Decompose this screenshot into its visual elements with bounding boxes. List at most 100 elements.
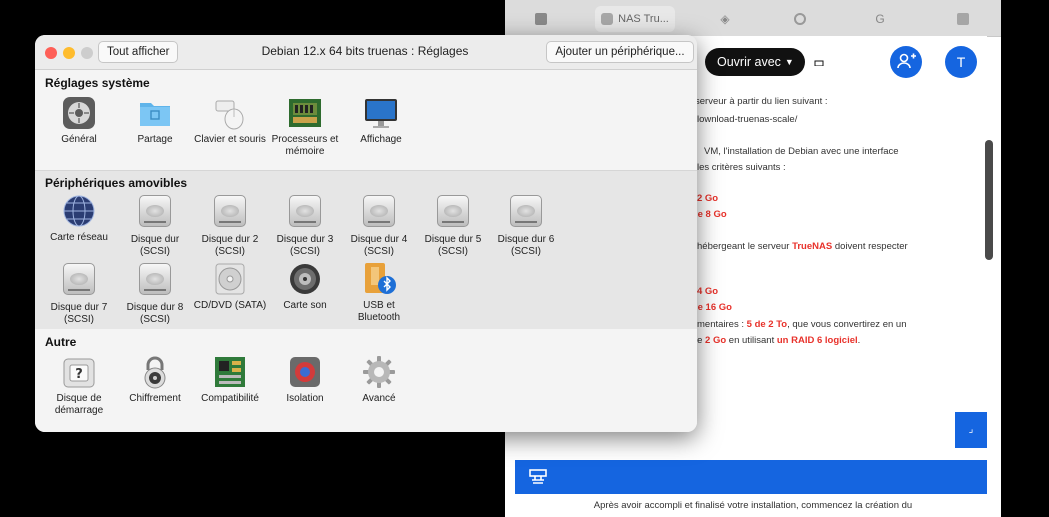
advanced-gear-icon	[361, 354, 397, 390]
speaker-icon	[287, 261, 323, 297]
settings-item-label: Affichage	[360, 134, 402, 145]
doc-line-red: le 16 Go	[695, 302, 732, 313]
device-icon-wrap	[361, 195, 397, 231]
doc-line: hébergeant le serveur TrueNAS doivent re…	[697, 241, 908, 252]
add-device-button[interactable]: Ajouter un périphérique...	[546, 41, 694, 63]
settings-item-general[interactable]: Général	[41, 95, 117, 146]
other-item-isolation[interactable]: Isolation	[267, 354, 343, 405]
t-icon	[957, 13, 969, 25]
browser-tab-4[interactable]	[785, 6, 815, 32]
device-label: Disque dur (SCSI)	[130, 234, 180, 257]
chevron-down-icon: ▼	[784, 57, 794, 67]
diamond-icon: ◈	[720, 12, 730, 26]
device-hard-disk-8[interactable]: Disque dur 8 (SCSI)	[117, 261, 193, 326]
browser-tab-nas-truenas[interactable]: NAS Tru...	[595, 6, 675, 32]
settings-item-label: Partage	[137, 134, 173, 145]
device-network-card[interactable]: Carte réseau	[41, 193, 117, 244]
settings-item-label: Clavier et souris	[194, 134, 266, 145]
settings-item-keyboard-mouse[interactable]: Clavier et souris	[192, 95, 268, 146]
other-item-label: Chiffrement	[129, 393, 181, 404]
section-title: Périphériques amovibles	[45, 176, 188, 190]
removable-devices-section: Périphériques amovibles Carte réseau Dis…	[35, 170, 697, 330]
device-hard-disk-3[interactable]: Disque dur 3 (SCSI)	[267, 193, 343, 258]
doc-line-red: le 8 Go	[695, 209, 727, 220]
window-title: Debian 12.x 64 bits truenas : Réglages	[261, 44, 469, 58]
motherboard-icon	[212, 354, 248, 390]
doc-icon	[535, 13, 547, 25]
device-label: Disque dur 3 (SCSI)	[276, 234, 334, 257]
device-hard-disk-7[interactable]: Disque dur 7 (SCSI)	[41, 261, 117, 326]
device-label: Disque dur 6 (SCSI)	[497, 234, 555, 257]
doc-text: mentaires :	[697, 319, 747, 330]
close-window-button[interactable]	[45, 47, 57, 59]
device-hard-disk-5[interactable]: Disque dur 5 (SCSI)	[415, 193, 491, 258]
settings-window: Tout afficher Debian 12.x 64 bits truena…	[35, 35, 697, 432]
settings-item-sharing[interactable]: Partage	[117, 95, 193, 146]
device-label: Disque dur 8 (SCSI)	[126, 302, 184, 325]
doc-text-red: un RAID 6 logiciel	[776, 335, 858, 346]
other-item-compatibility[interactable]: Compatibilité	[192, 354, 268, 405]
chip-icon	[287, 95, 323, 131]
other-item-advanced[interactable]: Avancé	[341, 354, 417, 405]
doc-text: doivent respecter	[832, 241, 908, 252]
expand-button[interactable]: ⌟	[955, 412, 987, 448]
zoom-window-button[interactable]	[81, 47, 93, 59]
cd-icon	[212, 261, 248, 297]
hard-disk-icon	[437, 195, 469, 227]
settings-item-display[interactable]: Affichage	[343, 95, 419, 146]
minimize-window-button[interactable]	[63, 47, 75, 59]
other-item-label: Avancé	[362, 393, 396, 404]
device-hard-disk-4[interactable]: Disque dur 4 (SCSI)	[341, 193, 417, 258]
device-hard-disk-2[interactable]: Disque dur 2 (SCSI)	[192, 193, 268, 258]
share-add-person-button[interactable]	[890, 46, 922, 78]
device-sound-card[interactable]: Carte son	[267, 261, 343, 312]
other-item-label: Disque de démarrage	[54, 393, 104, 416]
hard-disk-icon	[289, 195, 321, 227]
device-icon-wrap	[435, 195, 471, 231]
settings-item-processors-memory[interactable]: Processeurs et mémoire	[267, 95, 343, 158]
other-item-label: Compatibilité	[201, 393, 259, 404]
avatar[interactable]: T	[945, 46, 977, 78]
show-all-button[interactable]: Tout afficher	[98, 41, 179, 63]
hard-disk-icon	[510, 195, 542, 227]
isolation-icon	[287, 354, 323, 390]
doc-text-red: 2 Go	[705, 335, 727, 346]
other-item-encryption[interactable]: Chiffrement	[117, 354, 193, 405]
hard-disk-icon	[139, 195, 171, 227]
device-label: Carte son	[283, 300, 327, 311]
device-icon-wrap	[212, 195, 248, 231]
browser-tab-6[interactable]	[948, 6, 978, 32]
browser-tab-5[interactable]: G	[865, 6, 895, 32]
device-hard-disk-1[interactable]: Disque dur (SCSI)	[117, 193, 193, 258]
device-label: Disque dur 7 (SCSI)	[50, 302, 108, 325]
scrollbar[interactable]	[985, 140, 993, 260]
device-icon-wrap	[508, 195, 544, 231]
device-cd-dvd[interactable]: CD/DVD (SATA)	[192, 261, 268, 312]
open-with-button[interactable]: Ouvrir avec ▼	[705, 48, 805, 76]
usb-bluetooth-icon	[361, 261, 397, 297]
hard-disk-icon	[139, 263, 171, 295]
add-person-icon	[897, 53, 916, 69]
device-label: USB et Bluetooth	[357, 300, 401, 323]
doc-text: en utilisant	[726, 335, 777, 346]
other-item-startup-disk[interactable]: ? Disque de démarrage	[41, 354, 117, 417]
browser-tab-bar: NAS Tru... ◈ G	[505, 0, 1001, 37]
more-options-icon[interactable]: ⋮	[855, 49, 871, 69]
browser-tab-1[interactable]	[527, 6, 555, 32]
other-item-label: Isolation	[286, 393, 324, 404]
browser-tab-3[interactable]: ◈	[710, 6, 740, 32]
section-banner	[515, 460, 987, 494]
device-label: CD/DVD (SATA)	[193, 300, 267, 311]
hard-disk-icon	[63, 263, 95, 295]
device-hard-disk-6[interactable]: Disque dur 6 (SCSI)	[488, 193, 564, 258]
device-usb-bluetooth[interactable]: USB et Bluetooth	[341, 261, 417, 324]
device-icon-wrap	[287, 195, 323, 231]
doc-line: lownload-truenas-scale/	[697, 114, 798, 125]
device-label: Disque dur 4 (SCSI)	[350, 234, 408, 257]
printer-icon[interactable]	[811, 52, 827, 67]
doc-text: .	[857, 335, 861, 346]
c-icon	[794, 13, 806, 25]
svg-text:?: ?	[75, 367, 83, 382]
viewer-toolbar: Ouvrir avec ▼ ⋮ T	[705, 46, 980, 80]
shared-folder-icon	[137, 95, 173, 131]
